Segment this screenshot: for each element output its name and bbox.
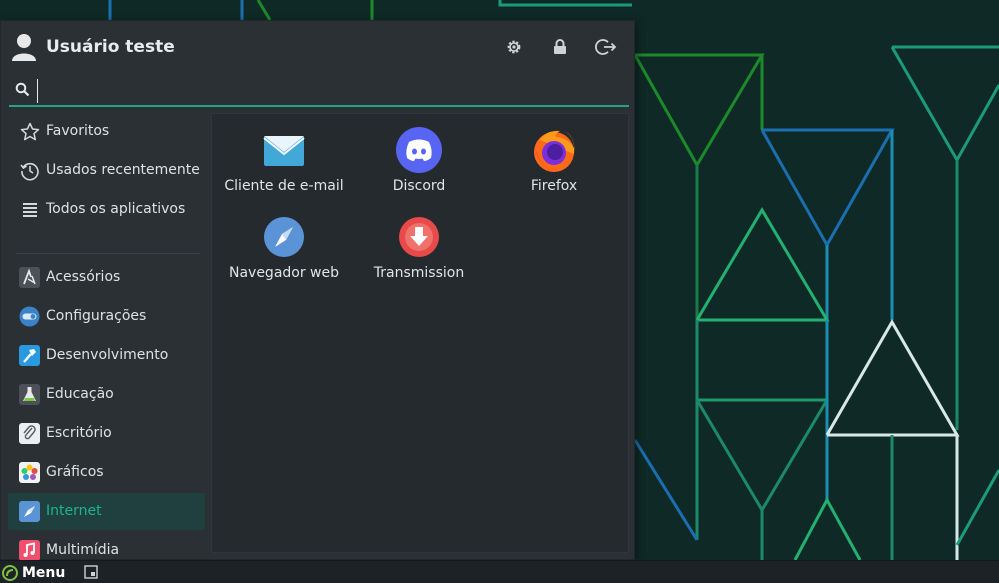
sidebar-divider	[16, 253, 200, 254]
logout-button[interactable]	[595, 36, 617, 58]
list-icon	[19, 199, 40, 220]
sidebar-item-label: Educação	[46, 386, 114, 402]
sidebar-item-label: Todos os aplicativos	[46, 201, 186, 217]
app-discord[interactable]: Discord	[349, 116, 489, 200]
category-sidebar: Favoritos Usados recentemente Todos os a…	[8, 113, 205, 561]
sidebar-item-favoritos[interactable]: Favoritos	[8, 113, 205, 150]
user-avatar-icon	[12, 34, 36, 61]
show-desktop-icon[interactable]	[84, 565, 98, 579]
taskbar: Menu	[0, 560, 999, 583]
music-icon	[19, 540, 40, 561]
menu-button[interactable]: Menu	[2, 562, 65, 583]
sidebar-item-label: Configurações	[46, 308, 147, 324]
lock-icon	[554, 39, 566, 54]
logout-icon	[595, 39, 617, 55]
app-firefox[interactable]: Firefox	[484, 116, 624, 200]
paperclip-icon	[19, 423, 40, 444]
app-transmission[interactable]: Transmission	[349, 203, 489, 287]
firefox-icon	[534, 130, 575, 172]
sidebar-item-label: Favoritos	[46, 123, 110, 139]
app-label: Discord	[392, 178, 446, 194]
sidebar-item-recent[interactable]: Usados recentemente	[8, 152, 205, 189]
menu-button-label: Menu	[22, 564, 66, 581]
sidebar-item-label: Desenvolvimento	[46, 347, 169, 363]
app-web-browser[interactable]: Navegador web	[214, 203, 354, 287]
app-label: Cliente de e-mail	[224, 178, 344, 194]
app-label: Navegador web	[228, 265, 340, 281]
menu-header: Usuário teste	[1, 21, 636, 76]
application-menu: Usuário teste Favoritos Usados recenteme…	[0, 20, 636, 561]
flask-icon	[19, 384, 40, 405]
sidebar-item-educacao[interactable]: Educação	[8, 376, 205, 413]
sidebar-item-label: Multimídia	[46, 542, 120, 558]
sidebar-item-desenvolvimento[interactable]: Desenvolvimento	[8, 337, 205, 374]
search-icon	[15, 82, 30, 97]
search-bar	[9, 77, 629, 107]
history-icon	[19, 160, 40, 181]
applications-grid: Cliente de e-mail Discord Firefox Navega…	[211, 113, 629, 553]
menu-logo-icon	[2, 564, 18, 581]
mail-icon	[263, 136, 305, 166]
app-label: Firefox	[530, 178, 578, 194]
compass-icon	[19, 501, 40, 522]
transmission-icon	[399, 217, 439, 257]
accessories-icon	[19, 267, 40, 288]
sidebar-item-label: Internet	[46, 503, 102, 519]
browser-compass-icon	[264, 217, 304, 257]
settings-toggle-icon	[19, 306, 40, 327]
hammer-icon	[19, 345, 40, 366]
sidebar-item-label: Gráficos	[46, 464, 104, 480]
app-email-client[interactable]: Cliente de e-mail	[214, 116, 354, 200]
sidebar-item-label: Escritório	[46, 425, 112, 441]
sidebar-item-graficos[interactable]: Gráficos	[8, 454, 205, 491]
graphics-icon	[19, 462, 40, 483]
search-input[interactable]	[37, 79, 617, 103]
settings-icon	[507, 40, 521, 54]
app-label: Transmission	[373, 265, 465, 281]
sidebar-item-acessorios[interactable]: Acessórios	[8, 259, 205, 296]
sidebar-item-escritorio[interactable]: Escritório	[8, 415, 205, 452]
settings-button[interactable]	[503, 36, 525, 58]
star-icon	[19, 121, 40, 142]
lock-screen-button[interactable]	[549, 36, 571, 58]
sidebar-item-configuracoes[interactable]: Configurações	[8, 298, 205, 335]
sidebar-item-label: Usados recentemente	[46, 162, 200, 178]
discord-icon	[396, 127, 442, 173]
sidebar-item-all-apps[interactable]: Todos os aplicativos	[8, 191, 205, 228]
sidebar-item-label: Acessórios	[46, 269, 121, 285]
user-name: Usuário teste	[46, 37, 175, 57]
sidebar-item-internet[interactable]: Internet	[8, 493, 205, 530]
